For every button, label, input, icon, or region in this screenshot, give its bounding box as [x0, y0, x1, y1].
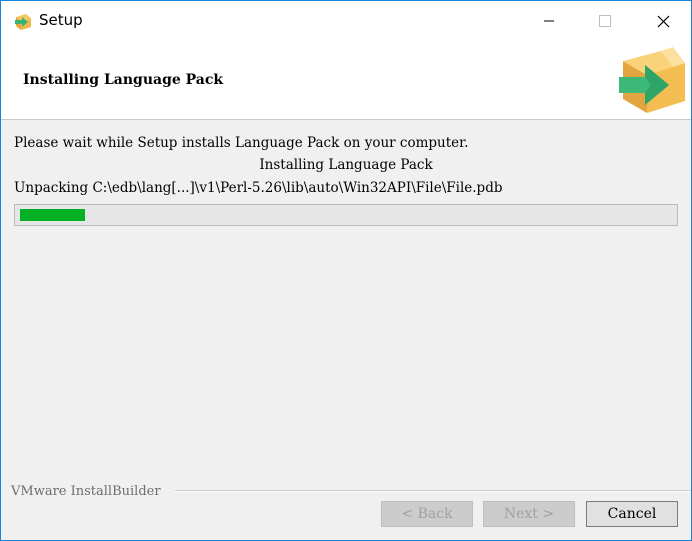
setup-window: Setup Installing Language Pack Please wa… — [0, 0, 692, 541]
footer-divider — [175, 490, 691, 492]
wizard-header: Installing Language Pack — [1, 41, 691, 120]
install-status: Installing Language Pack — [259, 157, 433, 173]
next-button[interactable]: Next > — [483, 501, 575, 527]
close-icon — [657, 15, 669, 27]
current-file-label: Unpacking C:\edb\lang[...]\v1\Perl-5.26\… — [14, 180, 503, 196]
installer-box-icon — [13, 11, 33, 31]
wizard-content: Please wait while Setup installs Languag… — [1, 120, 691, 480]
install-message: Please wait while Setup installs Languag… — [14, 135, 469, 151]
maximize-button[interactable] — [577, 1, 633, 41]
cancel-button[interactable]: Cancel — [586, 501, 678, 527]
back-button[interactable]: < Back — [381, 501, 473, 527]
install-progress-bar — [14, 204, 678, 226]
progress-fill — [20, 209, 85, 221]
window-title: Setup — [39, 11, 83, 29]
maximize-icon — [599, 15, 611, 27]
installbuilder-brand: VMware InstallBuilder — [11, 484, 167, 499]
installer-box-arrow-icon — [617, 47, 689, 117]
minimize-icon — [544, 20, 554, 22]
page-title: Installing Language Pack — [23, 72, 224, 88]
title-bar[interactable]: Setup — [1, 1, 691, 41]
close-button[interactable] — [635, 1, 691, 41]
minimize-button[interactable] — [521, 1, 577, 41]
